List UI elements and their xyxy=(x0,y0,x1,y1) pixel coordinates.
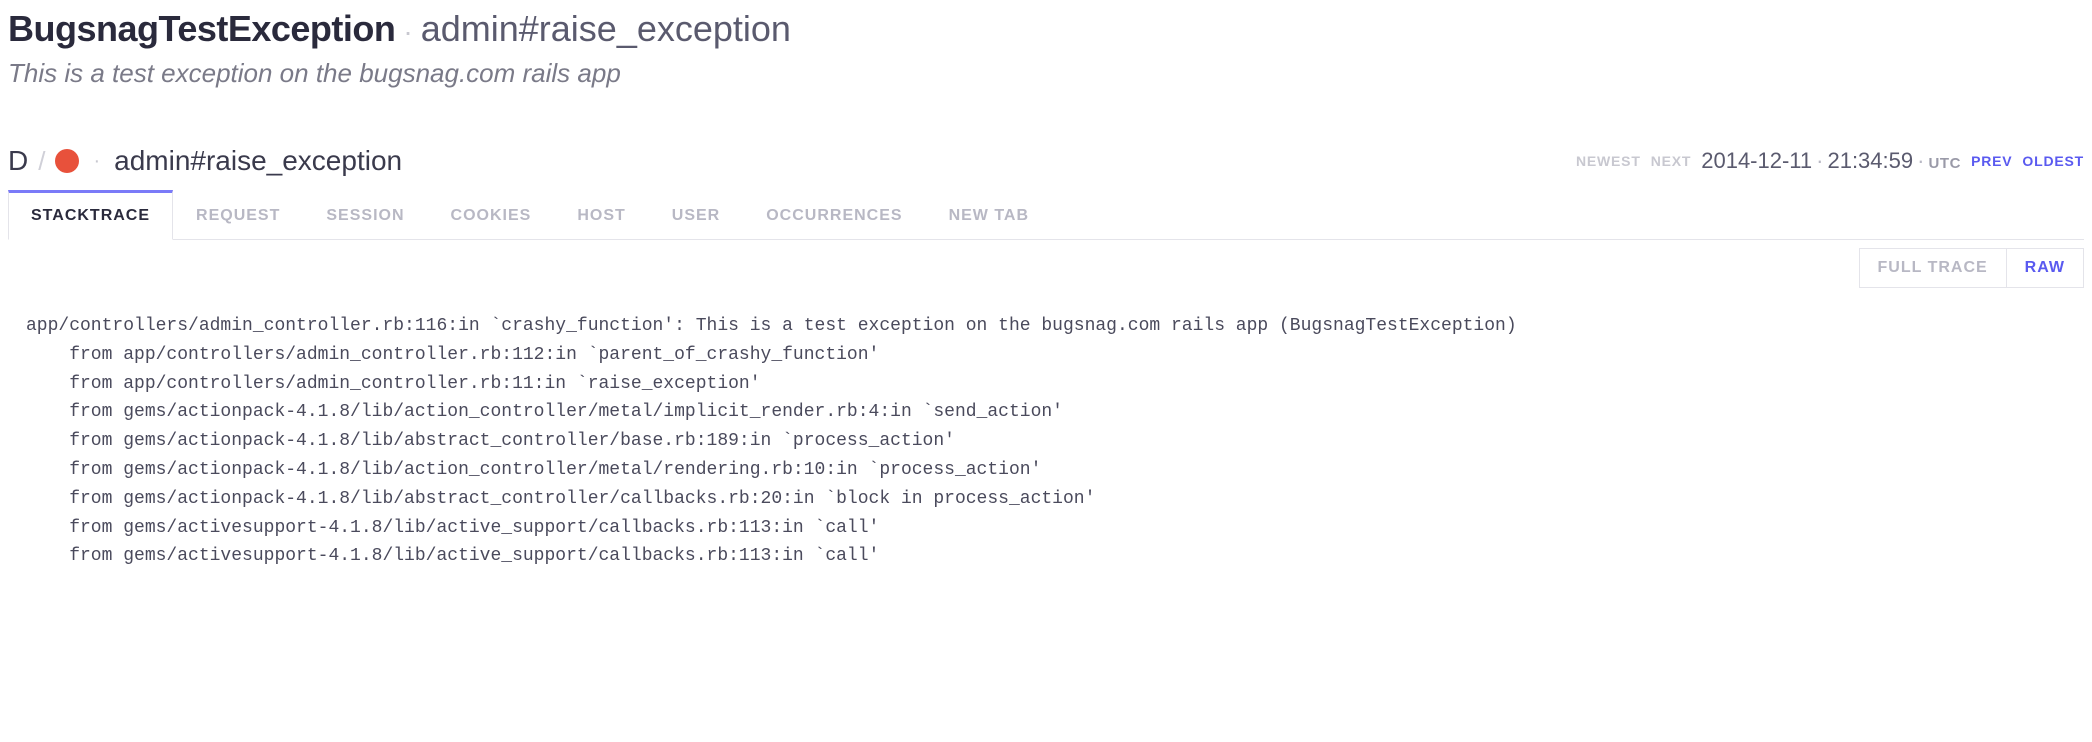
slash-separator-icon: / xyxy=(38,146,45,177)
toggle-full-trace[interactable]: FULL TRACE xyxy=(1860,249,2006,287)
event-context: admin#raise_exception xyxy=(114,145,402,177)
title-row: BugsnagTestException · admin#raise_excep… xyxy=(8,8,2084,50)
nav-newest: NEWEST xyxy=(1576,153,1641,169)
event-timestamp: 2014-12-11·21:34:59·UTC xyxy=(1701,148,1961,174)
trace-toggle-row: FULL TRACE RAW xyxy=(8,248,2084,288)
title-separator-icon: · xyxy=(403,16,412,48)
tab-host[interactable]: HOST xyxy=(554,190,648,240)
nav-prev[interactable]: PREV xyxy=(1971,153,2012,169)
diagnostic-letter: D xyxy=(8,145,28,177)
error-header: BugsnagTestException · admin#raise_excep… xyxy=(8,8,2084,89)
exception-class: BugsnagTestException xyxy=(8,8,395,50)
event-tz: UTC xyxy=(1928,155,1961,172)
dot-separator-icon: · xyxy=(93,150,100,173)
dot-separator-icon: · xyxy=(1816,148,1823,173)
tab-session[interactable]: SESSION xyxy=(303,190,427,240)
event-summary: D / · admin#raise_exception xyxy=(8,145,402,177)
event-date: 2014-12-11 xyxy=(1701,148,1812,173)
trace-toggle-group: FULL TRACE RAW xyxy=(1859,248,2084,288)
tab-request[interactable]: REQUEST xyxy=(173,190,303,240)
tabs: STACKTRACE REQUEST SESSION COOKIES HOST … xyxy=(8,189,2084,240)
tab-stacktrace[interactable]: STACKTRACE xyxy=(8,190,173,240)
tab-cookies[interactable]: COOKIES xyxy=(428,190,555,240)
nav-next: NEXT xyxy=(1651,153,1692,169)
toggle-raw[interactable]: RAW xyxy=(2006,249,2083,287)
stacktrace-raw: app/controllers/admin_controller.rb:116:… xyxy=(8,298,2084,571)
exception-description: This is a test exception on the bugsnag.… xyxy=(8,58,2084,89)
dot-separator-icon: · xyxy=(1917,148,1924,173)
nav-oldest[interactable]: OLDEST xyxy=(2022,153,2084,169)
tab-user[interactable]: USER xyxy=(649,190,743,240)
tab-occurrences[interactable]: OCCURRENCES xyxy=(743,190,925,240)
status-dot-icon xyxy=(55,149,79,173)
event-time: 21:34:59 xyxy=(1827,148,1913,173)
event-nav: NEWEST NEXT 2014-12-11·21:34:59·UTC PREV… xyxy=(1576,148,2084,174)
event-bar: D / · admin#raise_exception NEWEST NEXT … xyxy=(8,145,2084,177)
exception-location: admin#raise_exception xyxy=(421,8,791,50)
tab-new-tab[interactable]: NEW TAB xyxy=(926,190,1052,240)
